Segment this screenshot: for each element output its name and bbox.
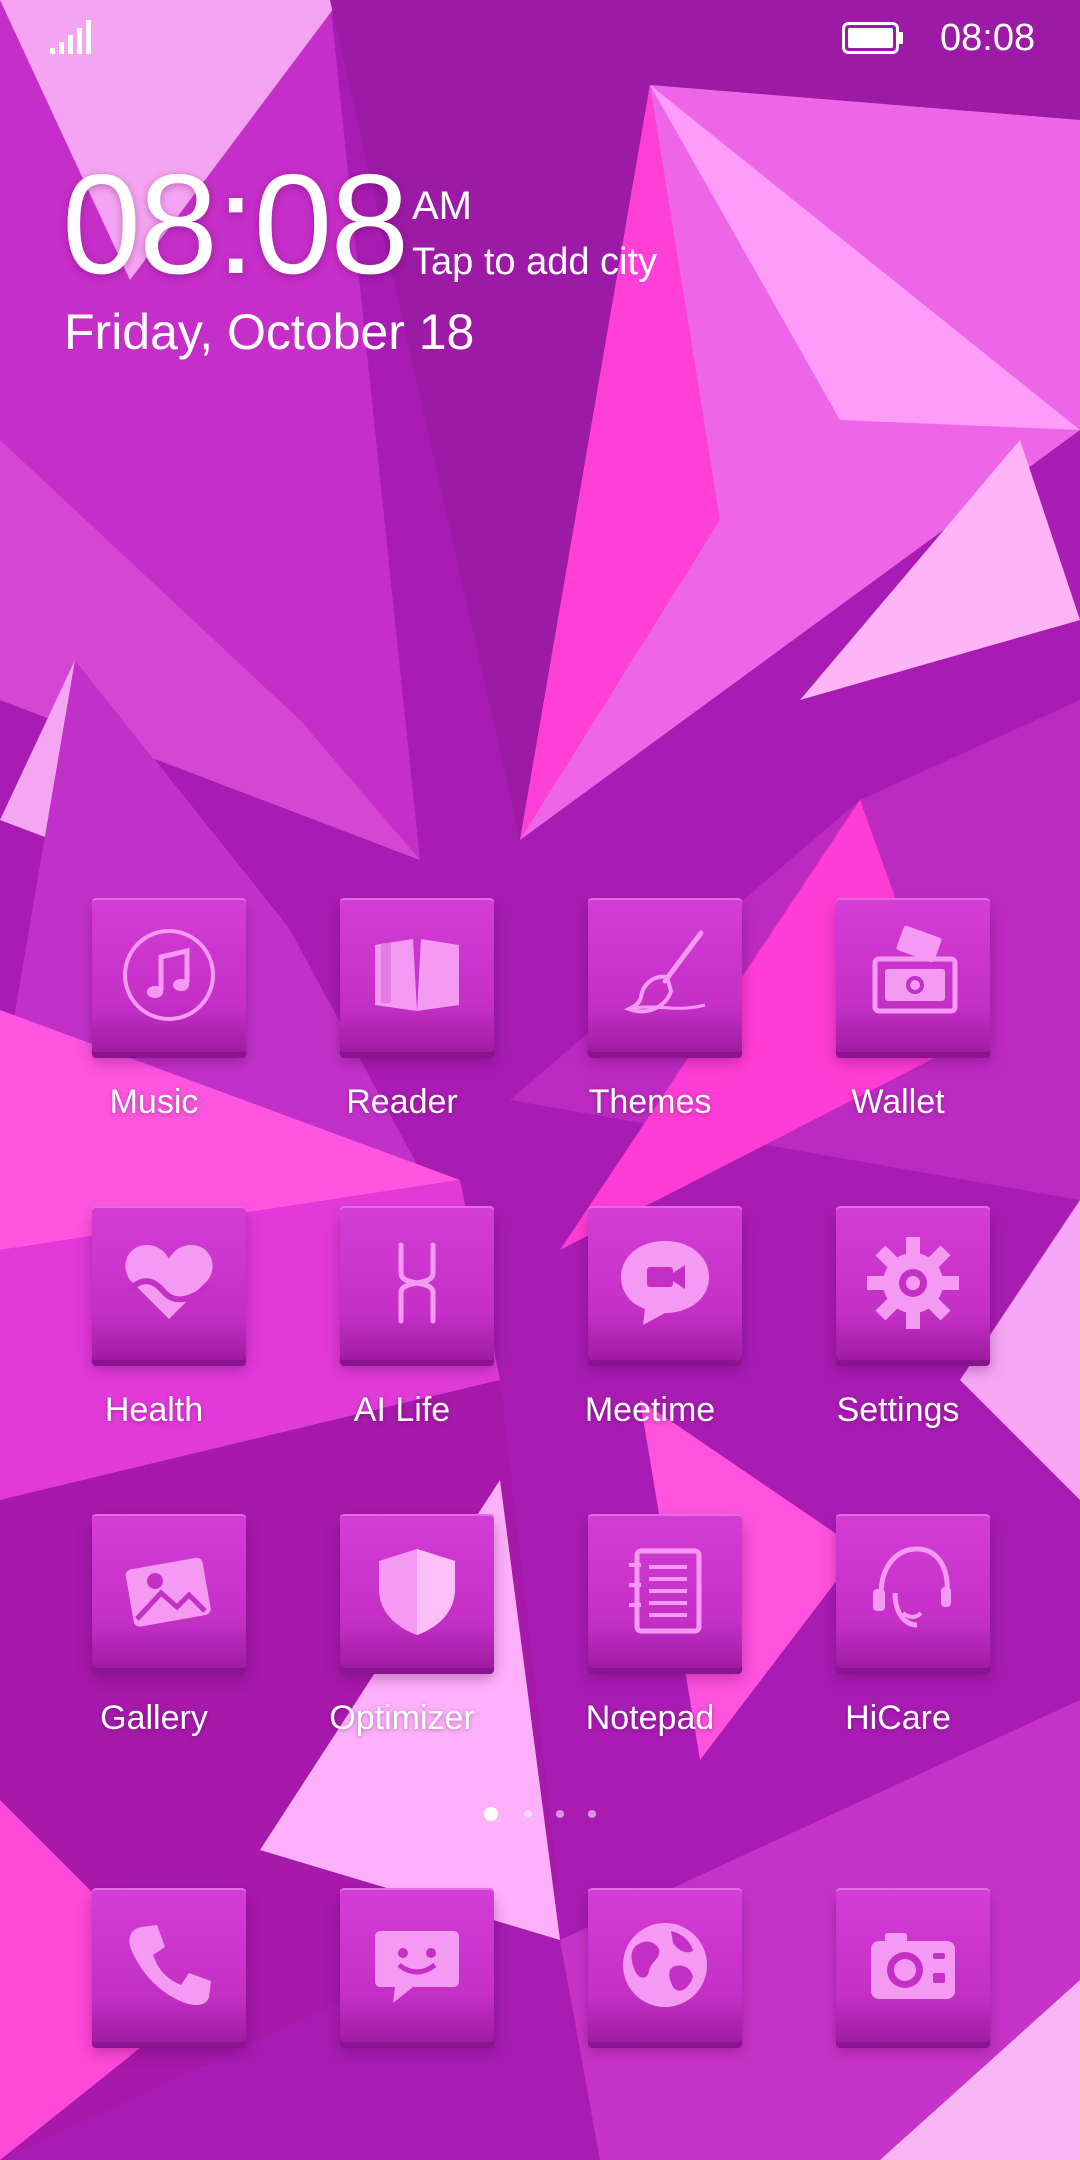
ai-life-icon [398,1242,436,1324]
page-indicator[interactable] [484,1806,604,1826]
app-notepad[interactable]: Notepad [540,1514,760,1774]
app-tile[interactable] [836,1514,990,1668]
shield-icon [379,1549,455,1635]
app-reader[interactable]: Reader [292,898,512,1158]
camera-icon [871,1933,955,1999]
app-label: Music [109,1083,199,1121]
app-label: Notepad [585,1699,715,1737]
app-label: Wallet [851,1083,945,1121]
app-label: AI Life [353,1391,451,1429]
app-tile[interactable] [836,1206,990,1360]
app-music[interactable]: Music [44,898,264,1158]
app-label: HiCare [845,1699,951,1737]
app-optimizer[interactable]: Optimizer [292,1514,512,1774]
app-gallery[interactable]: Gallery [44,1514,264,1774]
headset-icon [873,1546,951,1628]
app-tile[interactable] [92,898,246,1052]
app-label: Gallery [100,1699,208,1737]
app-tile[interactable] [588,1888,742,2042]
gear-icon [867,1237,959,1329]
app-themes[interactable]: Themes [540,898,760,1158]
app-tile[interactable] [92,1888,246,2042]
page-dot-active[interactable] [484,1807,498,1821]
app-tile[interactable] [588,1514,742,1668]
app-label: Themes [588,1083,712,1121]
app-tile[interactable] [92,1514,246,1668]
dock [0,1888,1080,2058]
clock-ampm: AM [412,184,472,228]
wallet-icon [872,925,958,1014]
message-icon [375,1931,459,2003]
page-dot[interactable] [556,1810,564,1818]
app-tile[interactable] [836,898,990,1052]
clock-time[interactable]: 08:08 [62,150,409,300]
globe-icon [623,1923,707,2007]
video-chat-icon [621,1241,709,1325]
app-health[interactable]: Health [44,1206,264,1466]
page-dot[interactable] [524,1810,532,1818]
paintbrush-icon [623,930,706,1014]
app-label: Health [104,1391,204,1429]
app-label: Reader [346,1083,458,1121]
dock-messages[interactable] [292,1888,512,2148]
phone-icon [129,1925,211,2005]
app-settings[interactable]: Settings [788,1206,1008,1466]
music-icon [123,929,215,1021]
app-hicare[interactable]: HiCare [788,1514,1008,1774]
notepad-icon [629,1548,702,1634]
status-time: 08:08 [940,17,1036,59]
app-meetime[interactable]: Meetime [540,1206,760,1466]
image-icon [125,1557,211,1627]
dock-browser[interactable] [540,1888,760,2148]
app-grid: Music Reader Themes Wallet Health AI Lif… [0,898,1080,1758]
app-tile[interactable] [340,1888,494,2042]
app-tile[interactable] [588,1206,742,1360]
app-wallet[interactable]: Wallet [788,898,1008,1158]
app-label: Optimizer [329,1699,475,1737]
clock-date[interactable]: Friday, October 18 [64,302,474,362]
app-tile[interactable] [340,1514,494,1668]
book-icon [375,939,459,1011]
app-ai-life[interactable]: AI Life [292,1206,512,1466]
page-dot[interactable] [588,1810,596,1818]
dock-phone[interactable] [44,1888,264,2148]
clock-widget[interactable]: 08:08 AM Tap to add city Friday, October… [62,150,782,380]
battery-icon [842,22,903,54]
app-tile[interactable] [340,898,494,1052]
app-label: Meetime [584,1391,716,1429]
app-label: Settings [836,1391,960,1429]
signal-icon [50,20,91,54]
app-tile[interactable] [836,1888,990,2042]
app-tile[interactable] [588,898,742,1052]
add-city-link[interactable]: Tap to add city [412,238,657,286]
app-tile[interactable] [340,1206,494,1360]
dock-camera[interactable] [788,1888,1008,2148]
app-tile[interactable] [92,1206,246,1360]
status-bar: 08:08 [0,0,1080,80]
heart-icon [125,1245,213,1319]
